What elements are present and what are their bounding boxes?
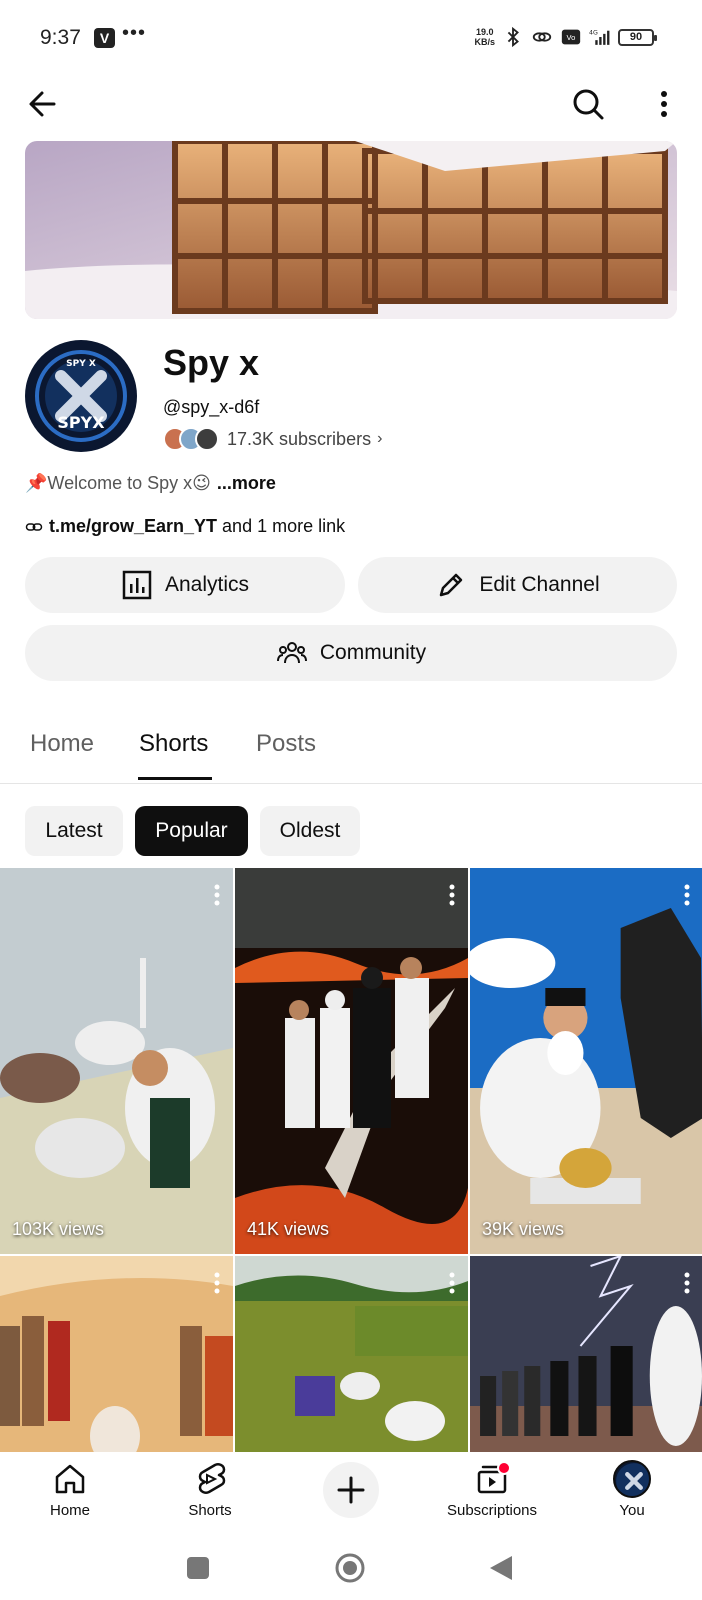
divider (0, 783, 702, 784)
short-more-icon[interactable] (683, 884, 691, 906)
system-navigation (0, 1536, 702, 1600)
community-label: Community (319, 641, 427, 664)
chip-popular[interactable]: Popular (135, 806, 248, 856)
short-thumbnail[interactable]: 39K views (470, 868, 702, 1254)
svg-text:SPY X: SPY X (66, 359, 96, 369)
subscriber-avatars (163, 426, 221, 452)
edit-channel-button[interactable]: Edit Channel (358, 557, 677, 613)
home-circle-icon[interactable] (334, 1552, 366, 1584)
more-notifications-icon: ••• (122, 22, 147, 44)
chip-latest[interactable]: Latest (25, 806, 123, 856)
short-thumbnail[interactable] (235, 1256, 468, 1452)
status-time: 9:37 (40, 26, 81, 49)
subscriptions-icon (477, 1461, 511, 1494)
community-button[interactable]: Community (25, 625, 677, 681)
back-triangle-icon[interactable] (488, 1554, 514, 1582)
create-button[interactable] (323, 1462, 379, 1518)
link-text[interactable]: t.me/grow_Earn_YT (49, 516, 217, 536)
analytics-icon (122, 570, 152, 600)
channel-description[interactable]: 📌Welcome to Spy x😉 ...more (25, 473, 276, 494)
short-more-icon[interactable] (213, 884, 221, 906)
subscribers-row[interactable]: 17.3K subscribers › (163, 425, 382, 453)
short-image (470, 868, 702, 1254)
svg-text:4G: 4G (589, 30, 598, 37)
recents-icon[interactable] (186, 1556, 210, 1580)
nav-home[interactable]: Home (10, 1460, 130, 1519)
short-more-icon[interactable] (448, 884, 456, 906)
short-image (235, 1256, 468, 1452)
short-more-icon[interactable] (683, 1272, 691, 1294)
pencil-icon (440, 573, 463, 597)
community-icon (276, 642, 307, 664)
nav-shorts-label: Shorts (188, 1502, 232, 1519)
nav-subscriptions[interactable]: Subscriptions (432, 1460, 552, 1519)
home-icon (55, 1464, 85, 1494)
short-thumbnail[interactable]: 41K views (235, 868, 468, 1254)
link-icon (25, 522, 43, 531)
analytics-label: Analytics (164, 573, 250, 596)
channel-logo: SPY X SPYX (27, 342, 135, 450)
short-views: 103K views (12, 1219, 105, 1239)
signal-icon: 4G (589, 30, 610, 45)
hotspot-link-icon (532, 32, 552, 42)
banner-image (25, 141, 677, 319)
description-text: 📌Welcome to Spy x😉 (25, 473, 211, 493)
bottom-navigation: Home Shorts Subscriptions You (0, 1452, 702, 1536)
channel-name: Spy x (163, 342, 260, 383)
short-views: 39K views (482, 1219, 565, 1239)
plus-icon (337, 1476, 365, 1504)
short-image (470, 1256, 702, 1452)
nav-home-label: Home (49, 1502, 90, 1519)
channel-handle: @spy_x-d6f (163, 397, 260, 417)
nav-you-label: You (619, 1502, 645, 1519)
short-thumbnail[interactable]: 103K views (0, 868, 233, 1254)
short-image (0, 1256, 233, 1452)
more-vert-icon[interactable] (644, 84, 684, 124)
link-suffix: and 1 more link (217, 516, 346, 536)
analytics-button[interactable]: Analytics (25, 557, 345, 613)
tab-home[interactable]: Home (30, 730, 94, 758)
short-image (235, 868, 468, 1254)
status-indicators: 19.0 KB/s Vo 4G 90 (474, 26, 657, 48)
channel-avatar[interactable]: SPY X SPYX (25, 340, 137, 452)
nav-you[interactable]: You (572, 1460, 692, 1519)
svg-text:Vo: Vo (567, 33, 576, 42)
channel-tabs: Home Shorts Posts (0, 708, 702, 784)
search-icon[interactable] (568, 84, 608, 124)
volte-icon: Vo (561, 29, 581, 45)
top-app-bar (0, 78, 702, 134)
battery-indicator: 90 (618, 28, 657, 46)
tab-shorts[interactable]: Shorts (139, 730, 208, 758)
shorts-icon (198, 1463, 226, 1494)
short-views: 41K views (247, 1219, 330, 1239)
edit-channel-label: Edit Channel (479, 573, 600, 596)
avatar (195, 427, 219, 451)
nav-shorts[interactable]: Shorts (150, 1460, 270, 1519)
app-notification-icon: V (94, 28, 115, 48)
short-more-icon[interactable] (448, 1272, 456, 1294)
active-tab-indicator (138, 777, 212, 780)
short-thumbnail[interactable] (0, 1256, 233, 1452)
status-bar: 9:37 V ••• 19.0 KB/s Vo 4G 90 (0, 0, 702, 78)
svg-text:SPYX: SPYX (57, 413, 105, 432)
bluetooth-icon (507, 26, 519, 48)
short-more-icon[interactable] (213, 1272, 221, 1294)
tab-posts[interactable]: Posts (256, 730, 316, 758)
nav-subscriptions-label: Subscriptions (446, 1502, 538, 1519)
profile-logo-icon (616, 1463, 649, 1496)
chevron-right-icon: › (377, 430, 383, 447)
more-link[interactable]: ...more (217, 473, 276, 494)
channel-banner (25, 141, 677, 319)
avatar (613, 1460, 651, 1498)
short-image (0, 868, 233, 1254)
back-arrow-icon[interactable] (24, 84, 64, 124)
network-speed: 19.0 KB/s (474, 27, 495, 47)
channel-links[interactable]: t.me/grow_Earn_YT and 1 more link (25, 516, 345, 537)
chip-oldest[interactable]: Oldest (260, 806, 360, 856)
subscriber-count: 17.3K subscribers (227, 428, 372, 449)
short-thumbnail[interactable] (470, 1256, 702, 1452)
